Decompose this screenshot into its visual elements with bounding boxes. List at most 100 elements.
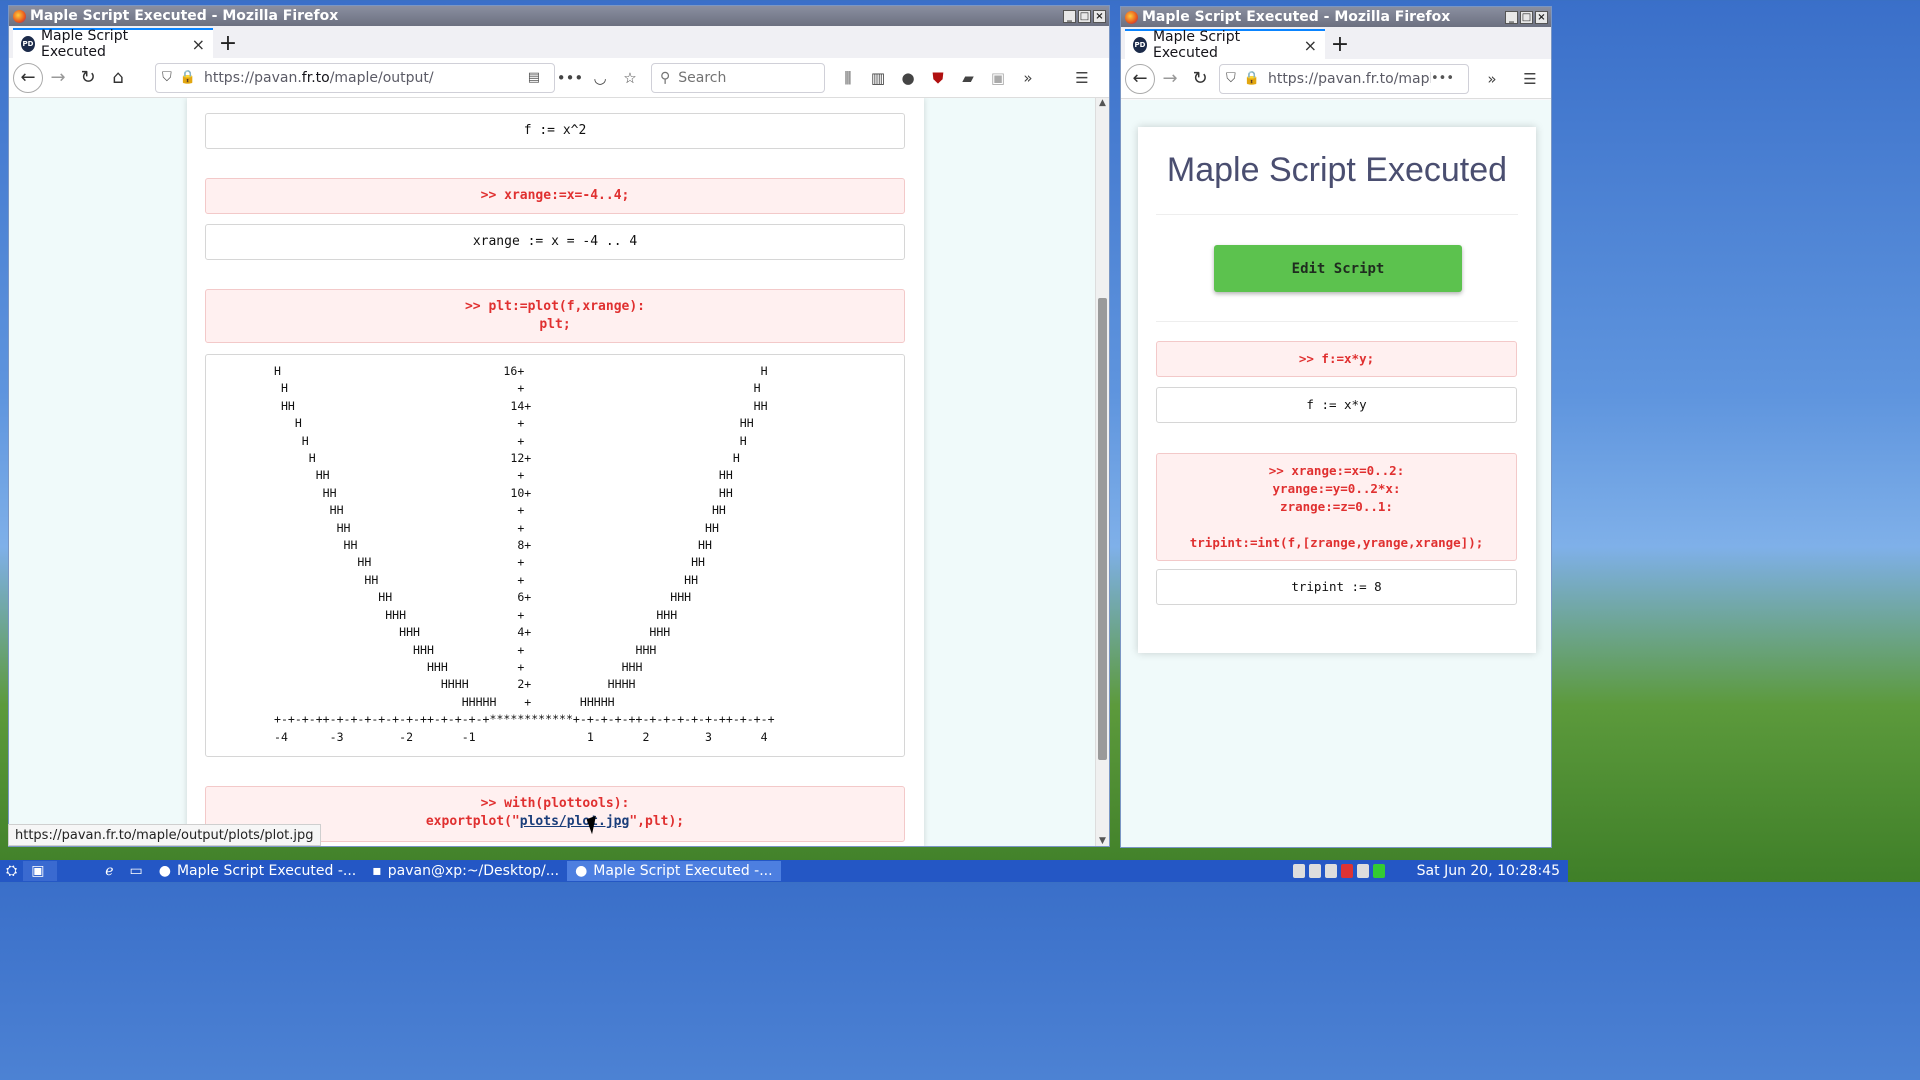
back-button[interactable]: ← xyxy=(1125,63,1155,94)
scroll-up-icon[interactable]: ▲ xyxy=(1096,98,1109,110)
maximize-button[interactable]: □ xyxy=(1520,10,1533,24)
lock-icon: 🔒 xyxy=(1243,71,1260,86)
xrange-input-block: >> xrange:=x=-4..4; xyxy=(205,178,905,214)
taskbar-item-firefox-2[interactable]: ● Maple Script Executed -... xyxy=(567,861,781,881)
extension-2-icon[interactable]: ▣ xyxy=(983,63,1013,93)
overflow-chevron-icon[interactable]: » xyxy=(1013,63,1043,93)
window-title: Maple Script Executed - Mozilla Firefox xyxy=(1142,9,1451,25)
account-icon[interactable]: ● xyxy=(893,63,923,93)
tab-strip: PD Maple Script Executed × + xyxy=(9,26,1109,60)
xrange-output-block: xrange := x = -4 .. 4 xyxy=(205,224,905,260)
ascii-plot-block: H 16+ H H + H HH 14+ HH H + HH H + H H 1… xyxy=(205,354,905,757)
library-icon[interactable]: ⫼ xyxy=(833,63,863,93)
url-text: https://pavan.fr.to/maple/output/ xyxy=(203,69,434,86)
overflow-chevron-icon[interactable]: » xyxy=(1477,64,1507,94)
tab-maple-output[interactable]: PD Maple Script Executed × xyxy=(1125,29,1325,61)
tab-maple-output[interactable]: PD Maple Script Executed × xyxy=(13,28,213,60)
forward-button[interactable]: → xyxy=(1155,64,1185,94)
navigation-toolbar: ← → ↻ ⌂ ⛉ 🔒 https://pavan.fr.to/maple/ou… xyxy=(9,58,1109,98)
mail-icon[interactable] xyxy=(1340,864,1353,878)
shield-icon: ⛉ xyxy=(1226,71,1236,86)
export-line-2-prefix: exportplot(" xyxy=(425,814,520,829)
extension-icon[interactable]: ▰ xyxy=(953,63,983,93)
file-manager-icon[interactable]: ▭ xyxy=(122,861,151,881)
close-tab-icon[interactable]: × xyxy=(192,35,205,54)
clock: Sat Jun 20, 10:28:45 xyxy=(1416,863,1560,879)
close-tab-icon[interactable]: × xyxy=(1304,36,1317,55)
edit-script-button[interactable]: Edit Script xyxy=(1214,245,1462,292)
left-browser-window: Maple Script Executed - Mozilla Firefox … xyxy=(8,5,1110,847)
firefox-icon: ● xyxy=(575,863,588,879)
ascii-plot: H 16+ H H + H HH 14+ HH H + HH H + H H 1… xyxy=(274,364,775,744)
forward-button[interactable]: → xyxy=(43,63,73,93)
hamburger-menu-icon[interactable]: ☰ xyxy=(1067,63,1097,93)
page-viewport[interactable]: f := x^2 >> xrange:=x=-4..4; xrange := x… xyxy=(9,98,1097,846)
result-card: Maple Script Executed Edit Script >> f:=… xyxy=(1138,127,1536,653)
bookmark-star-icon[interactable]: ☆ xyxy=(615,63,645,93)
search-icon: ⚲ xyxy=(660,69,671,86)
firefox-icon xyxy=(1125,10,1138,24)
export-line-1: >> with(plottools): xyxy=(480,796,630,811)
bluetooth-icon[interactable] xyxy=(1292,864,1305,878)
ublock-icon[interactable]: ⛊ xyxy=(923,63,953,93)
right-browser-window: Maple Script Executed - Mozilla Firefox … xyxy=(1120,6,1552,848)
tab-title: Maple Script Executed xyxy=(1152,29,1241,61)
tray-app-icon[interactable] xyxy=(1324,864,1337,878)
minimize-button[interactable]: _ xyxy=(1063,9,1076,23)
lock-icon: 🔒 xyxy=(179,70,196,85)
site-favicon-icon: PD xyxy=(1133,37,1147,53)
close-button[interactable]: × xyxy=(1535,10,1548,24)
window-title: Maple Script Executed - Mozilla Firefox xyxy=(30,8,339,24)
navigation-toolbar: ← → ↻ ⛉ 🔒 https://pavan.fr.to/maple ••• … xyxy=(1121,59,1551,99)
vertical-scrollbar[interactable]: ▲ ▼ xyxy=(1095,98,1109,846)
minimize-button[interactable]: _ xyxy=(1505,10,1518,24)
reader-view-icon[interactable]: ▤ xyxy=(528,70,540,85)
ie-launcher-icon[interactable]: ℯ xyxy=(97,861,121,881)
address-bar[interactable]: ⛉ 🔒 https://pavan.fr.to/maple/output/ ▤ xyxy=(155,62,555,93)
sidebar-icon[interactable]: ▥ xyxy=(863,63,893,93)
back-button[interactable]: ← xyxy=(13,62,43,93)
task-label: Maple Script Executed -... xyxy=(176,863,357,879)
reload-button[interactable]: ↻ xyxy=(73,63,103,93)
search-box[interactable]: ⚲ Search xyxy=(651,62,825,93)
task-label: Maple Script Executed -... xyxy=(593,863,773,879)
address-bar[interactable]: ⛉ 🔒 https://pavan.fr.to/maple ••• xyxy=(1219,63,1469,94)
hamburger-menu-icon[interactable]: ☰ xyxy=(1515,64,1545,94)
page-viewport[interactable]: Maple Script Executed Edit Script >> f:=… xyxy=(1121,100,1551,847)
title-bar[interactable]: Maple Script Executed - Mozilla Firefox … xyxy=(9,6,1109,26)
url-text: https://pavan.fr.to/maple xyxy=(1267,70,1431,87)
scroll-down-icon[interactable]: ▼ xyxy=(1096,836,1109,846)
divider xyxy=(1156,321,1518,322)
new-tab-button[interactable]: + xyxy=(1325,29,1355,59)
discord-icon[interactable] xyxy=(1308,864,1321,878)
page-actions-icon[interactable]: ••• xyxy=(555,63,585,93)
taskbar: ⛭ ▣ ℯ ▭ ● Maple Script Executed -... ▪ pav… xyxy=(0,860,1568,882)
f-output-block: f := x*y xyxy=(1156,387,1517,423)
task-label: pavan@xp:~/Desktop/... xyxy=(387,863,560,879)
pocket-icon[interactable]: ◡ xyxy=(585,63,615,93)
new-tab-button[interactable]: + xyxy=(213,28,243,58)
plot-input-block: >> plt:=plot(f,xrange): plt; xyxy=(205,289,905,343)
tab-strip: PD Maple Script Executed × + xyxy=(1121,27,1551,61)
start-menu-icon[interactable]: ⛭ xyxy=(0,861,23,881)
taskbar-item-firefox-1[interactable]: ● Maple Script Executed -... xyxy=(151,861,365,881)
scrollbar-thumb[interactable] xyxy=(1098,298,1107,760)
search-placeholder: Search xyxy=(678,69,727,86)
taskbar-item-terminal[interactable]: ▪ pavan@xp:~/Desktop/... xyxy=(364,861,567,881)
title-bar[interactable]: Maple Script Executed - Mozilla Firefox … xyxy=(1121,7,1551,27)
show-desktop-icon[interactable]: ▣ xyxy=(23,861,58,881)
link-status-bar: https://pavan.fr.to/maple/output/plots/p… xyxy=(8,824,321,846)
page-actions-icon[interactable]: ••• xyxy=(1431,71,1454,86)
close-button[interactable]: × xyxy=(1093,9,1106,23)
tripint-input-block: >> xrange:=x=0..2: yrange:=y=0..2*x: zra… xyxy=(1156,453,1517,561)
plot-file-link[interactable]: plots/plot.jpg xyxy=(520,814,630,829)
volume-icon[interactable] xyxy=(1356,864,1369,878)
battery-icon[interactable] xyxy=(1372,864,1385,878)
export-line-2-suffix: ",plt); xyxy=(629,814,685,829)
maximize-button[interactable]: □ xyxy=(1078,9,1091,23)
home-button[interactable]: ⌂ xyxy=(103,63,133,93)
f-input-block: >> f:=x*y; xyxy=(1156,341,1517,377)
reload-button[interactable]: ↻ xyxy=(1185,64,1215,94)
firefox-icon xyxy=(13,9,26,23)
tab-title: Maple Script Executed xyxy=(40,28,129,60)
